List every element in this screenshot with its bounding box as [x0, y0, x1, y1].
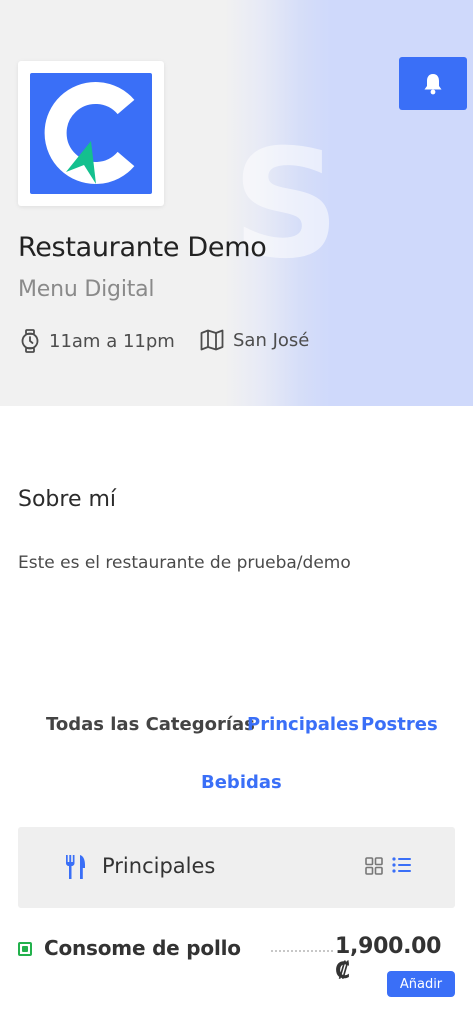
add-to-cart-button[interactable]: Añadir: [387, 971, 455, 997]
section-title: Principales: [102, 854, 216, 878]
menu-item[interactable]: Consome de pollo 1,900.00 ₡: [18, 934, 455, 984]
veg-indicator-icon: [18, 942, 32, 956]
section-header: Principales: [18, 827, 455, 908]
watch-icon: [21, 329, 39, 353]
about-title: Sobre mí: [18, 487, 117, 512]
menu-item-name: Consome de pollo: [44, 936, 241, 960]
dotted-leader: [271, 950, 333, 952]
category-bebidas[interactable]: Bebidas: [201, 772, 282, 793]
location: San José: [200, 329, 309, 351]
category-principales[interactable]: Principales: [247, 714, 359, 735]
restaurant-subtitle: Menu Digital: [18, 277, 155, 302]
opening-hours: 11am a 11pm: [20, 329, 175, 353]
hours-text: 11am a 11pm: [49, 330, 175, 352]
category-all[interactable]: Todas las Categorías: [46, 714, 255, 735]
restaurant-logo: [18, 61, 164, 206]
bell-icon: [424, 73, 442, 94]
list-view-icon[interactable]: [392, 857, 412, 873]
notification-button[interactable]: [399, 57, 467, 110]
logo-icon: [30, 73, 152, 194]
restaurant-name: Restaurante Demo: [18, 232, 267, 263]
map-icon: [200, 329, 224, 351]
restaurant-header: S Restaurante Demo Menu Digital 11am a 1…: [0, 0, 473, 406]
grid-view-icon[interactable]: [365, 857, 383, 875]
category-postres[interactable]: Postres: [361, 714, 438, 735]
fork-knife-icon: [66, 855, 85, 879]
location-text: San José: [233, 329, 310, 351]
about-text: Este es el restaurante de prueba/demo: [18, 553, 351, 573]
